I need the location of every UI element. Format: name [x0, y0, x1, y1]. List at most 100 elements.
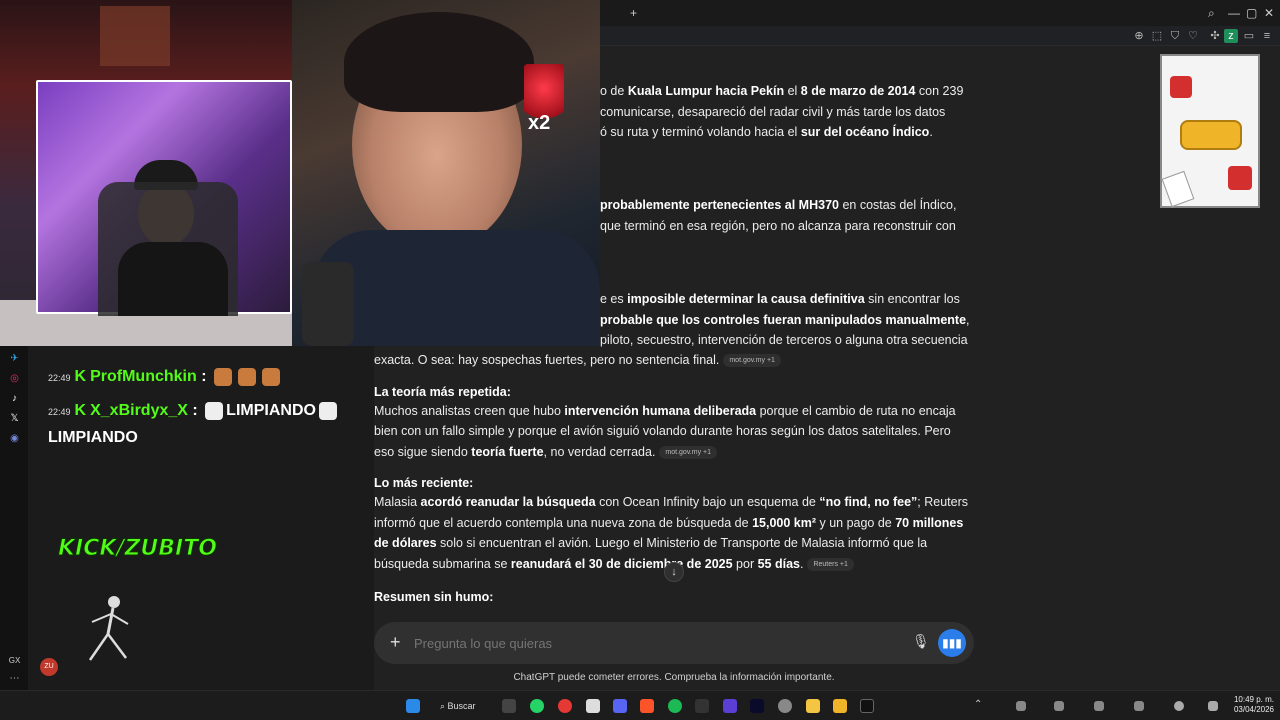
app-icon[interactable]	[833, 699, 847, 713]
paragraph: Muchos analistas creen que hubo interven…	[374, 403, 956, 459]
chat-text: LIMPIANDO	[226, 402, 316, 419]
browser-toolbar: ⊕ ⬚ ⛉ ♡ ✣ z ▭ ≡	[600, 26, 1280, 46]
clock-date: 03/04/2026	[1233, 705, 1274, 714]
paragraph: e es imposible determinar la causa defin…	[600, 292, 960, 306]
source-chip[interactable]: mot.gov.my +1	[659, 445, 718, 459]
paragraph: que terminó en esa región, pero no alcan…	[600, 218, 956, 233]
gx-label[interactable]: GX	[8, 654, 21, 667]
paragraph: o de Kuala Lumpur hacia Pekín el 8 de ma…	[600, 84, 964, 98]
section-heading: Lo más reciente:	[374, 476, 474, 490]
search-icon: ⌕	[440, 701, 448, 711]
clock[interactable]: 10:49 p. m. 03/04/2026	[1222, 695, 1274, 715]
slot-machine-overlay	[1160, 54, 1260, 208]
disclaimer-text: ChatGPT puede cometer errores. Comprueba…	[513, 672, 835, 683]
discord-app-icon[interactable]	[613, 699, 627, 713]
chatgpt-icon[interactable]	[778, 699, 792, 713]
chat-username[interactable]: ProfMunchkin	[90, 368, 197, 385]
whatsapp-icon[interactable]	[530, 699, 544, 713]
chat-text: LIMPIANDO	[48, 429, 138, 446]
guest-webcam	[36, 80, 292, 316]
brave-icon[interactable]	[640, 699, 654, 713]
emote-icon	[238, 368, 256, 386]
dice-icon	[1228, 166, 1252, 190]
sidebar-toggle-icon[interactable]: ▭	[1242, 29, 1256, 43]
microphone-icon[interactable]: 🎙︎	[912, 633, 930, 650]
streamer-hair	[344, 12, 534, 112]
extensions-icon[interactable]: ✣	[1208, 29, 1222, 43]
minimize-icon[interactable]: —	[1228, 6, 1240, 20]
emote-icon	[262, 368, 280, 386]
store-icon[interactable]	[586, 699, 600, 713]
spotify-icon[interactable]	[668, 699, 682, 713]
chat-username[interactable]: X_xBirdyx_X	[90, 402, 188, 419]
zoom-icon[interactable]: ⊕	[1132, 29, 1146, 43]
paragraph: probablemente pertenecientes al MH370 en…	[600, 198, 957, 212]
source-chip[interactable]: mot.gov.my +1	[723, 354, 781, 368]
clock-time: 10:49 p. m.	[1233, 695, 1274, 704]
windows-taskbar: ⌕ Buscar ⌃ 10:49 p. m. 03/04/2026	[0, 690, 1280, 720]
settings-app-icon[interactable]	[502, 699, 516, 713]
x2-label: x2	[528, 112, 551, 134]
app-icon[interactable]	[695, 699, 709, 713]
terminal-icon[interactable]	[860, 699, 874, 713]
tray-icon[interactable]	[1016, 701, 1026, 711]
paragraph: piloto, secuestro, intervención de terce…	[600, 333, 968, 347]
x-icon[interactable]: 𝕏	[8, 412, 21, 425]
close-window-icon[interactable]: ✕	[1264, 6, 1274, 20]
chat-message: 22:49 K ProfMunchkin :	[48, 368, 283, 386]
new-tab-button[interactable]: +	[630, 6, 637, 20]
wifi-icon[interactable]	[1174, 701, 1184, 711]
volume-icon[interactable]	[1208, 701, 1218, 711]
heart-icon[interactable]: ♡	[1186, 29, 1200, 43]
chat-time: 22:49	[48, 373, 71, 384]
more-icon[interactable]: ⋯	[8, 672, 21, 685]
paragraph: comunicarse, desapareció del radar civil…	[600, 104, 946, 119]
slot-reels-icon	[1180, 120, 1242, 150]
voice-mode-button[interactable]: ▮▮▮	[938, 629, 966, 657]
file-explorer-icon[interactable]	[806, 699, 820, 713]
source-chip[interactable]: Reuters +1	[807, 557, 854, 571]
emote-icon	[318, 401, 337, 420]
poster-image	[100, 6, 170, 66]
kick-brand-logo: KICK/ZUBITO	[58, 536, 218, 562]
tray-icon[interactable]	[1054, 701, 1064, 711]
chat-separator: :	[192, 402, 198, 419]
streamer-webcam: x2	[292, 0, 600, 346]
response-block-1: o de Kuala Lumpur hacia Pekín el 8 de ma…	[600, 81, 970, 143]
browser-tab-bar: + ⌕ — ▢ ✕	[600, 0, 1280, 26]
app-icon[interactable]	[723, 699, 737, 713]
paragraph: exacta. O sea: hay sospechas fuertes, pe…	[374, 350, 974, 371]
maximize-icon[interactable]: ▢	[1246, 6, 1257, 20]
tray-icon[interactable]	[1094, 701, 1104, 711]
dancing-skeleton-icon	[88, 596, 129, 661]
instagram-icon[interactable]: ◎	[8, 372, 21, 385]
search-tabs-icon[interactable]: ⌕	[1208, 6, 1215, 20]
prompt-input[interactable]	[414, 632, 894, 654]
paragraph: ó su ruta y terminó volando hacia el sur…	[600, 125, 933, 139]
kick-badge-icon: K	[74, 368, 87, 386]
profile-icon[interactable]: z	[1224, 29, 1238, 43]
streamer-hoodie	[312, 230, 600, 346]
scroll-down-button[interactable]: ↓	[664, 562, 684, 582]
chat-time: 22:49	[48, 407, 71, 417]
windows-start-icon[interactable]	[406, 699, 420, 713]
screenshot-icon[interactable]: ⬚	[1150, 29, 1164, 43]
microphone	[302, 262, 354, 346]
shield-icon[interactable]: ⛉	[1168, 29, 1182, 43]
playing-cards-icon	[1161, 170, 1195, 208]
emote-icon	[214, 368, 232, 386]
taskbar-search[interactable]: ⌕ Buscar	[440, 698, 490, 714]
tray-overflow-icon[interactable]: ⌃	[974, 699, 982, 710]
user-avatar[interactable]: ZU	[40, 658, 58, 676]
emote-icon	[205, 401, 224, 420]
menu-icon[interactable]: ≡	[1260, 29, 1274, 43]
stream-sidebar: ✈ ◎ ♪ 𝕏 ◉ GX ⋯	[0, 346, 28, 690]
opera-gx-icon[interactable]	[558, 699, 572, 713]
app-icon[interactable]	[750, 699, 764, 713]
tiktok-icon[interactable]: ♪	[8, 392, 21, 405]
guest-body	[118, 242, 228, 316]
tray-icon[interactable]	[1134, 701, 1144, 711]
telegram-icon[interactable]: ✈	[8, 352, 21, 365]
discord-icon[interactable]: ◉	[8, 432, 21, 445]
add-attachment-button[interactable]: +	[390, 632, 401, 653]
